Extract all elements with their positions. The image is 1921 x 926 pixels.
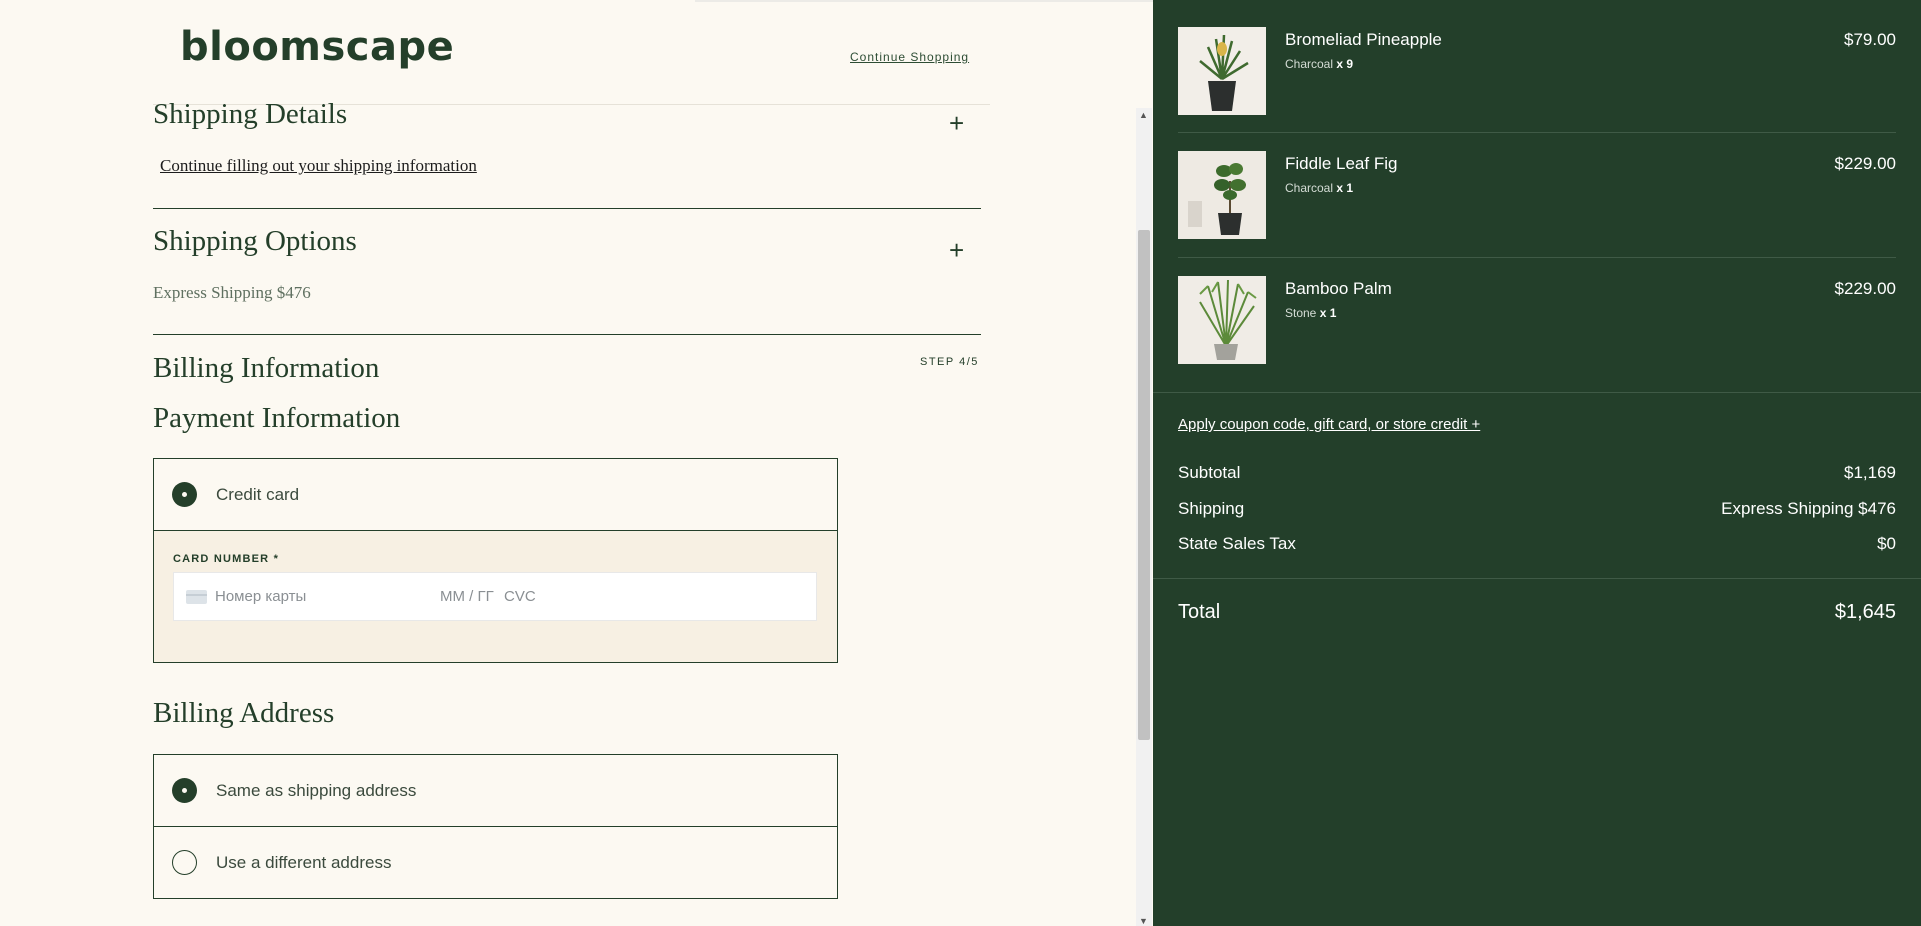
product-image-bamboo-palm xyxy=(1178,276,1266,364)
cart-item: Bromeliad Pineapple Charcoal x 9 $79.00 xyxy=(1178,27,1896,152)
item-quantity: x 9 xyxy=(1336,57,1354,71)
continue-shopping-link[interactable]: Continue Shopping xyxy=(850,50,969,64)
billing-address-title: Billing Address xyxy=(153,697,335,729)
item-quantity: x 1 xyxy=(1319,306,1337,320)
cvc-placeholder[interactable]: CVC xyxy=(504,588,536,605)
different-address-option[interactable]: Use a different address xyxy=(154,827,837,898)
total-row: Total $1,645 xyxy=(1178,601,1896,624)
item-variant-color: Stone xyxy=(1285,306,1317,320)
shipping-value: Express Shipping $476 xyxy=(1721,499,1896,518)
item-name: Bromeliad Pineapple xyxy=(1285,30,1442,49)
tax-label: State Sales Tax xyxy=(1178,534,1296,553)
total-label: Total xyxy=(1178,601,1221,623)
different-address-label: Use a different address xyxy=(216,852,392,872)
shipping-details-title: Shipping Details xyxy=(153,98,348,130)
item-price: $229.00 xyxy=(1834,154,1896,173)
expiry-placeholder[interactable]: ММ / ГГ xyxy=(440,588,494,605)
item-price: $79.00 xyxy=(1844,30,1896,49)
total-divider xyxy=(1153,578,1921,579)
card-input-field[interactable]: Номер карты ММ / ГГ CVC xyxy=(173,572,817,621)
shipping-row: Shipping Express Shipping $476 xyxy=(1178,499,1896,519)
tax-value: $0 xyxy=(1877,534,1896,553)
card-number-placeholder[interactable]: Номер карты xyxy=(215,588,306,605)
item-variant-color: Charcoal xyxy=(1285,181,1334,195)
payment-information-title: Payment Information xyxy=(153,402,401,434)
same-address-radio[interactable] xyxy=(172,778,197,803)
section-divider xyxy=(153,334,981,335)
credit-card-radio[interactable] xyxy=(172,482,197,507)
same-address-option[interactable]: Same as shipping address xyxy=(154,755,837,827)
continue-shipping-info-link[interactable]: Continue filling out your shipping infor… xyxy=(160,156,477,176)
item-name: Bamboo Palm xyxy=(1285,279,1392,298)
total-value: $1,645 xyxy=(1834,601,1896,623)
credit-card-option[interactable]: Credit card xyxy=(154,459,837,530)
scrollbar[interactable]: ▲ ▼ xyxy=(1136,108,1152,926)
scrollbar-thumb[interactable] xyxy=(1138,230,1150,740)
credit-card-label: Credit card xyxy=(216,484,300,504)
item-variant: Charcoal x 1 xyxy=(1285,181,1353,195)
same-address-label: Same as shipping address xyxy=(216,780,417,800)
item-variant: Charcoal x 9 xyxy=(1285,57,1353,71)
product-image-fiddle-leaf-fig xyxy=(1178,151,1266,239)
shipping-details-expand-icon[interactable]: + xyxy=(949,110,964,136)
apply-coupon-link[interactable]: Apply coupon code, gift card, or store c… xyxy=(1178,416,1480,433)
different-address-radio[interactable] xyxy=(172,850,197,875)
product-image-bromeliad xyxy=(1178,27,1266,115)
subtotal-row: Subtotal $1,169 xyxy=(1178,463,1896,483)
top-strip xyxy=(695,0,1153,2)
item-variant: Stone x 1 xyxy=(1285,306,1336,320)
tax-row: State Sales Tax $0 xyxy=(1178,534,1896,554)
selected-shipping-option: Express Shipping $476 xyxy=(153,283,311,302)
bloomscape-logo[interactable]: bloomscape xyxy=(180,24,454,70)
card-entry-area: CARD NUMBER * Номер карты ММ / ГГ CVC xyxy=(154,530,837,662)
checkout-form-column: bloomscape Continue Shopping Shipping De… xyxy=(0,0,1153,926)
billing-address-box: Same as shipping address Use a different… xyxy=(153,754,838,899)
shipping-label: Shipping xyxy=(1178,499,1245,518)
summary-divider xyxy=(1153,392,1921,393)
payment-method-box: Credit card CARD NUMBER * Номер карты ММ… xyxy=(153,458,838,663)
item-divider xyxy=(1178,132,1896,133)
card-number-label: CARD NUMBER * xyxy=(173,553,280,565)
credit-card-icon xyxy=(186,590,207,604)
billing-information-title: Billing Information xyxy=(153,352,380,384)
section-divider xyxy=(153,208,981,209)
item-price: $229.00 xyxy=(1834,279,1896,298)
scroll-down-arrow-icon[interactable]: ▼ xyxy=(1139,916,1148,926)
shipping-options-title: Shipping Options xyxy=(153,225,357,257)
shipping-options-expand-icon[interactable]: + xyxy=(949,237,964,263)
subtotal-value: $1,169 xyxy=(1844,463,1896,482)
item-quantity: x 1 xyxy=(1336,181,1354,195)
order-summary-panel: Bromeliad Pineapple Charcoal x 9 $79.00 … xyxy=(1153,0,1921,926)
item-variant-color: Charcoal xyxy=(1285,57,1334,71)
cart-item: Bamboo Palm Stone x 1 $229.00 xyxy=(1178,276,1896,401)
step-indicator: STEP 4/5 xyxy=(920,356,979,368)
item-name: Fiddle Leaf Fig xyxy=(1285,154,1398,173)
subtotal-label: Subtotal xyxy=(1178,463,1241,482)
scroll-up-arrow-icon[interactable]: ▲ xyxy=(1139,110,1148,120)
item-divider xyxy=(1178,257,1896,258)
